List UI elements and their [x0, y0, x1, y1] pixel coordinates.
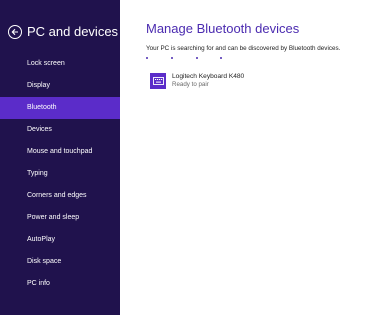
- sidebar-header: PC and devices: [8, 22, 118, 42]
- page-title: Manage Bluetooth devices: [146, 21, 300, 36]
- sidebar-item-mouse-and-touchpad[interactable]: Mouse and touchpad: [0, 141, 120, 163]
- device-tile: [150, 73, 166, 89]
- progress-dot: [220, 57, 223, 60]
- sidebar-item-bluetooth[interactable]: Bluetooth: [0, 97, 120, 119]
- back-arrow-icon: [11, 28, 18, 36]
- sidebar-item-display[interactable]: Display: [0, 75, 120, 97]
- sidebar-item-devices[interactable]: Devices: [0, 119, 120, 141]
- search-status-text: Your PC is searching for and can be disc…: [146, 45, 341, 52]
- back-button[interactable]: [8, 25, 22, 39]
- sidebar-item-disk-space[interactable]: Disk space: [0, 251, 120, 273]
- device-status: Ready to pair: [172, 81, 209, 88]
- device-name: Logitech Keyboard K480: [172, 73, 245, 80]
- device-text: Logitech Keyboard K480 Ready to pair: [172, 73, 244, 89]
- progress-dot: [146, 57, 149, 60]
- sidebar-item-pc-info[interactable]: PC info: [0, 273, 120, 295]
- sidebar: PC and devices Lock screen Display Bluet…: [0, 0, 120, 315]
- sidebar-title: PC and devices: [27, 24, 119, 39]
- sidebar-item-power-and-sleep[interactable]: Power and sleep: [0, 207, 120, 229]
- sidebar-item-corners-and-edges[interactable]: Corners and edges: [0, 185, 120, 207]
- sidebar-item-lock-screen[interactable]: Lock screen: [0, 53, 120, 75]
- sidebar-item-autoplay[interactable]: AutoPlay: [0, 229, 120, 251]
- device-list-item[interactable]: Logitech Keyboard K480 Ready to pair: [150, 73, 244, 89]
- sidebar-item-typing[interactable]: Typing: [0, 163, 120, 185]
- progress-dot: [171, 57, 174, 60]
- progress-dot: [196, 57, 199, 60]
- sidebar-nav: Lock screen Display Bluetooth Devices Mo…: [0, 53, 120, 295]
- search-progress-indicator: [146, 57, 226, 61]
- keyboard-icon: [152, 77, 164, 85]
